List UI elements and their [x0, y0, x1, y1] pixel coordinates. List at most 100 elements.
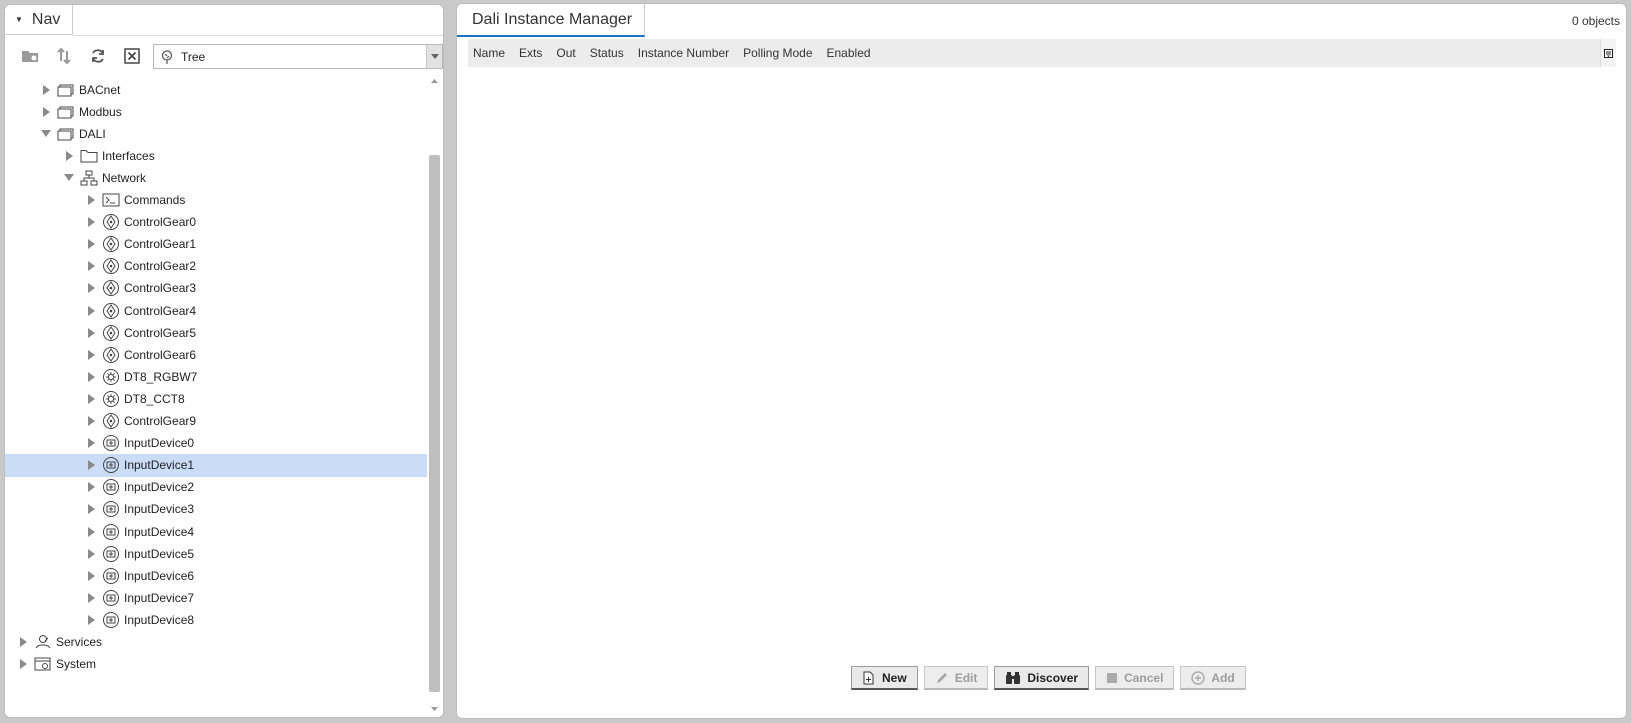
- column-menu-icon[interactable]: [1600, 39, 1616, 67]
- tree-node[interactable]: Commands: [5, 189, 427, 212]
- scroll-up-icon[interactable]: [427, 75, 441, 87]
- sort-icon[interactable]: [47, 42, 81, 70]
- expand-arrow-icon[interactable]: [85, 260, 97, 272]
- tree-node[interactable]: ControlGear5: [5, 321, 427, 344]
- column-header[interactable]: Status: [583, 46, 631, 60]
- tree-node-label: InputDevice1: [124, 458, 195, 473]
- tree-node[interactable]: DALI: [5, 122, 427, 145]
- expand-arrow-icon[interactable]: [85, 349, 97, 361]
- tree-node[interactable]: Modbus: [5, 100, 427, 123]
- color-gear-icon: [101, 390, 121, 408]
- expand-arrow-icon[interactable]: [85, 415, 97, 427]
- expand-arrow-icon[interactable]: [17, 636, 29, 648]
- tree-node[interactable]: BACnet: [5, 78, 427, 101]
- expand-arrow-icon[interactable]: [85, 305, 97, 317]
- tree-node-label: DT8_CCT8: [124, 391, 185, 406]
- tree-node[interactable]: InputDevice5: [5, 542, 427, 565]
- tree-node[interactable]: InputDevice3: [5, 498, 427, 521]
- tree-mode-select[interactable]: Tree: [153, 44, 443, 69]
- control-gear-icon: [101, 235, 121, 253]
- tree-node[interactable]: Services: [5, 631, 427, 654]
- expand-arrow-icon[interactable]: [85, 526, 97, 538]
- nav-title: Nav: [31, 10, 61, 28]
- add-icon: [1191, 670, 1206, 685]
- tree-node[interactable]: InputDevice6: [5, 564, 427, 587]
- close-icon[interactable]: [115, 42, 149, 70]
- tree-node[interactable]: InputDevice4: [5, 520, 427, 543]
- expand-arrow-icon[interactable]: [85, 481, 97, 493]
- tree-node[interactable]: System: [5, 653, 427, 676]
- expand-arrow-icon[interactable]: [17, 658, 29, 670]
- commands-icon: [101, 191, 121, 209]
- tree-node[interactable]: InputDevice8: [5, 608, 427, 631]
- expand-arrow-icon[interactable]: [85, 437, 97, 449]
- column-header[interactable]: Instance Number: [631, 46, 736, 60]
- tree-node-label: BACnet: [79, 82, 121, 97]
- scrollbar-thumb[interactable]: [429, 155, 440, 692]
- tree-node[interactable]: ControlGear3: [5, 277, 427, 300]
- refresh-icon[interactable]: [81, 42, 115, 70]
- add-button[interactable]: Add: [1180, 666, 1246, 690]
- tree-node[interactable]: DT8_RGBW7: [5, 365, 427, 388]
- expand-arrow-icon[interactable]: [85, 614, 97, 626]
- tab-dali-instance-manager[interactable]: Dali Instance Manager: [457, 4, 645, 37]
- column-header[interactable]: Enabled: [820, 46, 878, 60]
- column-header[interactable]: Polling Mode: [736, 46, 819, 60]
- column-header[interactable]: Name: [468, 46, 512, 60]
- nav-tree: BACnet Modbus DALI Interfaces Network Command…: [5, 78, 427, 714]
- collapse-arrow-icon[interactable]: [63, 172, 75, 184]
- expand-arrow-icon[interactable]: [85, 592, 97, 604]
- tree-icon: [156, 49, 178, 64]
- button-label: Cancel: [1124, 670, 1164, 685]
- tree-node[interactable]: ControlGear2: [5, 255, 427, 278]
- expand-arrow-icon[interactable]: [85, 216, 97, 228]
- tree-node[interactable]: InputDevice2: [5, 476, 427, 499]
- vertical-scrollbar[interactable]: [427, 75, 441, 715]
- chevron-down-icon[interactable]: ▼: [15, 15, 23, 24]
- column-header[interactable]: Exts: [512, 46, 549, 60]
- tree-node[interactable]: ControlGear0: [5, 211, 427, 234]
- new-folder-icon[interactable]: [13, 42, 47, 70]
- tree-node[interactable]: ControlGear6: [5, 343, 427, 366]
- edit-button[interactable]: Edit: [923, 666, 989, 690]
- table-header: Name Exts Out Status Instance Number Polling …: [468, 39, 1616, 67]
- cancel-button[interactable]: Cancel: [1095, 666, 1175, 690]
- tree-node[interactable]: ControlGear1: [5, 233, 427, 256]
- button-label: Edit: [954, 670, 978, 685]
- expand-arrow-icon[interactable]: [85, 238, 97, 250]
- expand-arrow-icon[interactable]: [85, 194, 97, 206]
- tree-node[interactable]: Network: [5, 166, 427, 189]
- tree-node[interactable]: InputDevice0: [5, 432, 427, 455]
- new-button[interactable]: New: [851, 666, 918, 690]
- nav-tab[interactable]: ▼ Nav: [5, 5, 73, 35]
- expand-arrow-icon[interactable]: [63, 150, 75, 162]
- tree-node[interactable]: ControlGear4: [5, 299, 427, 322]
- collapse-arrow-icon[interactable]: [40, 128, 52, 140]
- input-device-icon: [101, 611, 121, 629]
- tree-node-label: ControlGear9: [124, 414, 197, 428]
- column-header[interactable]: Out: [549, 46, 582, 60]
- tree-node[interactable]: ControlGear9: [5, 410, 427, 433]
- scroll-down-icon[interactable]: [427, 703, 441, 715]
- expand-arrow-icon[interactable]: [85, 459, 97, 471]
- expand-arrow-icon[interactable]: [85, 371, 97, 383]
- expand-arrow-icon[interactable]: [40, 106, 52, 118]
- main-pane: Dali Instance Manager 0 objects Name Exts…: [456, 3, 1627, 719]
- tree-node[interactable]: DT8_CCT8: [5, 387, 427, 410]
- chevron-down-icon[interactable]: [426, 45, 442, 68]
- divider: [73, 35, 443, 36]
- expand-arrow-icon[interactable]: [85, 570, 97, 582]
- expand-arrow-icon[interactable]: [40, 84, 52, 96]
- input-device-icon: [101, 500, 121, 518]
- expand-arrow-icon[interactable]: [85, 503, 97, 515]
- expand-arrow-icon[interactable]: [85, 327, 97, 339]
- tree-node[interactable]: InputDevice7: [5, 586, 427, 609]
- discover-button[interactable]: Discover: [994, 666, 1090, 690]
- services-icon: [33, 633, 53, 651]
- tree-node[interactable]: Interfaces: [5, 144, 427, 167]
- expand-arrow-icon[interactable]: [85, 282, 97, 294]
- expand-arrow-icon[interactable]: [85, 393, 97, 405]
- tree-node[interactable]: InputDevice1: [5, 453, 427, 477]
- expand-arrow-icon[interactable]: [85, 548, 97, 560]
- edit-icon: [935, 671, 949, 685]
